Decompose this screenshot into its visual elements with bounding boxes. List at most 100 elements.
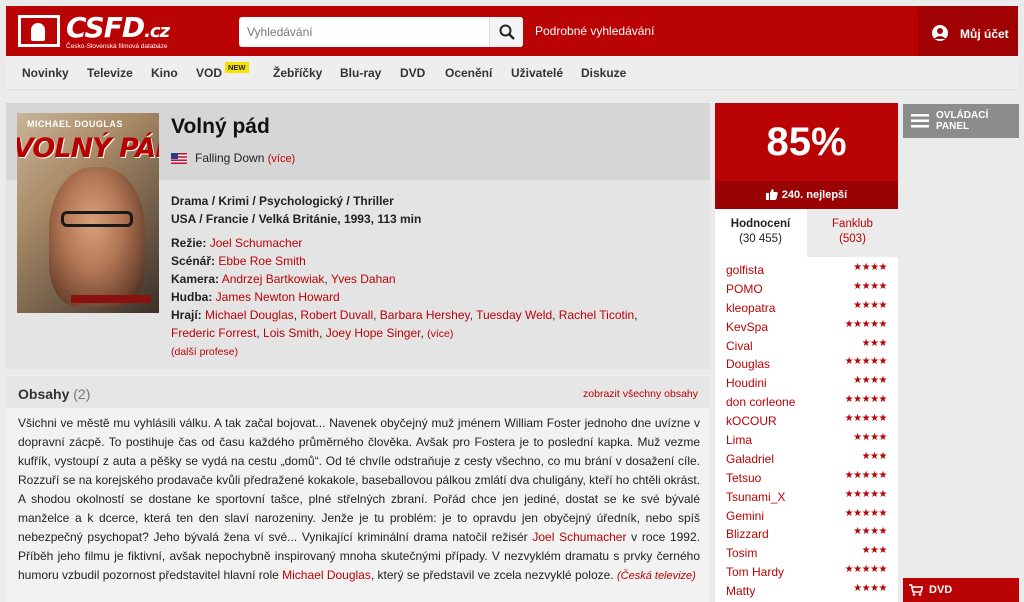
user-name-link[interactable]: Tsunami_X	[726, 490, 785, 504]
cast-link[interactable]: Barbara Hershey	[380, 308, 470, 322]
cast-link[interactable]: Lois Smith	[263, 326, 319, 340]
cast-more-link[interactable]: (více)	[427, 328, 453, 340]
nav-oceneni[interactable]: Ocenění	[445, 66, 492, 80]
search-button[interactable]	[489, 17, 523, 47]
rating-rank-text: 240. nejlepší	[781, 189, 848, 201]
nav-bluray[interactable]: Blu-ray	[340, 66, 381, 80]
rating-column: 85% 240. nejlepší Hodnocení (30 455) Fan…	[715, 103, 898, 602]
user-stars: ★★★★★	[844, 507, 888, 519]
user-name-link[interactable]: Tosim	[726, 546, 757, 560]
account-button[interactable]: Můj účet	[918, 6, 1018, 56]
film-genres: Drama / Krimi / Psychologický / Thriller…	[171, 192, 421, 228]
film-credits: Režie: Joel Schumacher Scénář: Ebbe Roe …	[171, 234, 681, 361]
user-name-link[interactable]: POMO	[726, 282, 763, 296]
nav-televize[interactable]: Televize	[87, 66, 133, 80]
tab-fanclub[interactable]: Fanklub (503)	[807, 209, 898, 257]
cast-link[interactable]: Robert Duvall	[300, 308, 373, 322]
user-name-link[interactable]: Galadriel	[726, 452, 774, 466]
tab-ratings-count: (30 455)	[739, 233, 782, 245]
music-link[interactable]: James Newton Howard	[216, 290, 340, 304]
user-name-link[interactable]: don corleone	[726, 395, 795, 409]
nav-diskuze[interactable]: Diskuze	[581, 66, 626, 80]
user-name-link[interactable]: Houdini	[726, 376, 767, 390]
user-name-link[interactable]: Tetsuo	[726, 471, 761, 485]
user-name-link[interactable]: kOCOUR	[726, 414, 777, 428]
user-rating-row: Lima ★★★★	[715, 431, 898, 450]
user-stars: ★★★★	[853, 432, 887, 444]
plot-box: Obsahy (2) zobrazit všechny obsahy Všich…	[6, 376, 710, 602]
user-rating-row: Tom Hardy ★★★★★	[715, 563, 898, 582]
poster-actor-name: MICHAEL DOUGLAS	[27, 119, 123, 129]
director-link[interactable]: Joel Schumacher	[210, 236, 303, 250]
user-stars: ★★★★	[853, 280, 887, 292]
search-icon	[499, 24, 515, 40]
new-badge: NEW	[225, 62, 249, 73]
top-bar: CSFD.cz Česko-Slovenská filmová databáze…	[6, 6, 1018, 56]
user-stars: ★★★★★	[844, 488, 888, 500]
search-box	[239, 17, 523, 47]
origin-line: USA / Francie / Velká Británie, 1993, 11…	[171, 212, 422, 226]
cast-link[interactable]: Frederic Forrest	[171, 326, 256, 340]
user-rating-row: Houdini ★★★★	[715, 374, 898, 393]
dvd-label: DVD	[929, 584, 953, 596]
tab-fanclub-label: Fanklub	[832, 218, 873, 230]
tab-fanclub-count: (503)	[839, 233, 866, 245]
main-nav: Novinky Televize Kino VOD NEW Žebříčky B…	[6, 56, 1018, 90]
user-icon	[932, 25, 948, 41]
film-poster[interactable]: MICHAEL DOUGLAS VOLNÝ PÁD	[17, 113, 159, 313]
logo-tld: .cz	[144, 21, 170, 42]
poster-title: VOLNÝ PÁD	[17, 133, 159, 164]
user-rating-row: Cival ★★★	[715, 337, 898, 356]
cast-link[interactable]: Tuesday Weld	[476, 308, 552, 322]
user-name-link[interactable]: Gemini	[726, 509, 764, 523]
cast-link[interactable]: Joey Hope Singer	[326, 326, 421, 340]
user-rating-row: Matty ★★★★	[715, 582, 898, 601]
user-stars: ★★★	[861, 450, 888, 462]
plot-text-part: , který se představil ve zcela nezvyklé …	[370, 568, 617, 582]
plot-actor-link[interactable]: Michael Douglas	[282, 568, 371, 582]
plot-source-link[interactable]: (Česká televize)	[617, 570, 696, 582]
nav-dvd[interactable]: DVD	[400, 66, 425, 80]
original-title-more-link[interactable]: (více)	[268, 153, 296, 165]
tab-ratings[interactable]: Hodnocení (30 455)	[715, 209, 806, 257]
user-name-link[interactable]: kleopatra	[726, 301, 775, 315]
search-input[interactable]	[239, 17, 489, 47]
user-name-link[interactable]: KevSpa	[726, 320, 768, 334]
plot-director-link[interactable]: Joel Schumacher	[532, 530, 626, 544]
menu-icon	[911, 114, 929, 128]
user-name-link[interactable]: Matty	[726, 584, 755, 598]
user-name-link[interactable]: Blizzard	[726, 527, 769, 541]
user-rating-row: golfista ★★★★	[715, 261, 898, 280]
cast-label: Hrají:	[171, 308, 202, 322]
user-stars: ★★★★★	[844, 564, 888, 576]
nav-kino[interactable]: Kino	[151, 66, 178, 80]
user-rating-row: Douglas ★★★★★	[715, 355, 898, 374]
user-name-link[interactable]: Lima	[726, 433, 752, 447]
user-stars: ★★★★	[853, 375, 887, 387]
nav-novinky[interactable]: Novinky	[22, 66, 69, 80]
nav-zebricky[interactable]: Žebříčky	[273, 66, 322, 80]
cast-link[interactable]: Rachel Ticotin	[559, 308, 634, 322]
user-rating-row: Gemini ★★★★★	[715, 507, 898, 526]
usa-flag-icon	[171, 153, 187, 164]
show-all-plots-link[interactable]: zobrazit všechny obsahy	[583, 388, 698, 400]
user-name-link[interactable]: Cival	[726, 339, 753, 353]
user-name-link[interactable]: Douglas	[726, 357, 770, 371]
nav-vod[interactable]: VOD	[196, 66, 222, 80]
control-panel-button[interactable]: OVLÁDACÍ PANEL	[903, 104, 1019, 138]
nav-uzivatele[interactable]: Uživatelé	[511, 66, 563, 80]
dvd-box[interactable]: DVD	[903, 578, 1019, 602]
user-rating-row: Galadriel ★★★	[715, 450, 898, 469]
writer-link[interactable]: Ebbe Roe Smith	[218, 254, 305, 268]
more-professions-link[interactable]: (další profese)	[171, 343, 681, 361]
camera-link[interactable]: Yves Dahan	[331, 272, 396, 286]
advanced-search-link[interactable]: Podrobné vyhledávání	[535, 24, 654, 38]
rating-rank[interactable]: 240. nejlepší	[715, 181, 898, 209]
user-stars: ★★★★★	[844, 413, 888, 425]
user-name-link[interactable]: golfista	[726, 263, 764, 277]
user-name-link[interactable]: Tom Hardy	[726, 565, 784, 579]
cast-link[interactable]: Michael Douglas	[205, 308, 294, 322]
camera-link[interactable]: Andrzej Bartkowiak	[222, 272, 325, 286]
user-stars: ★★★★	[853, 262, 887, 273]
csfd-logo[interactable]: CSFD.cz Česko-Slovenská filmová databáze	[18, 13, 188, 51]
